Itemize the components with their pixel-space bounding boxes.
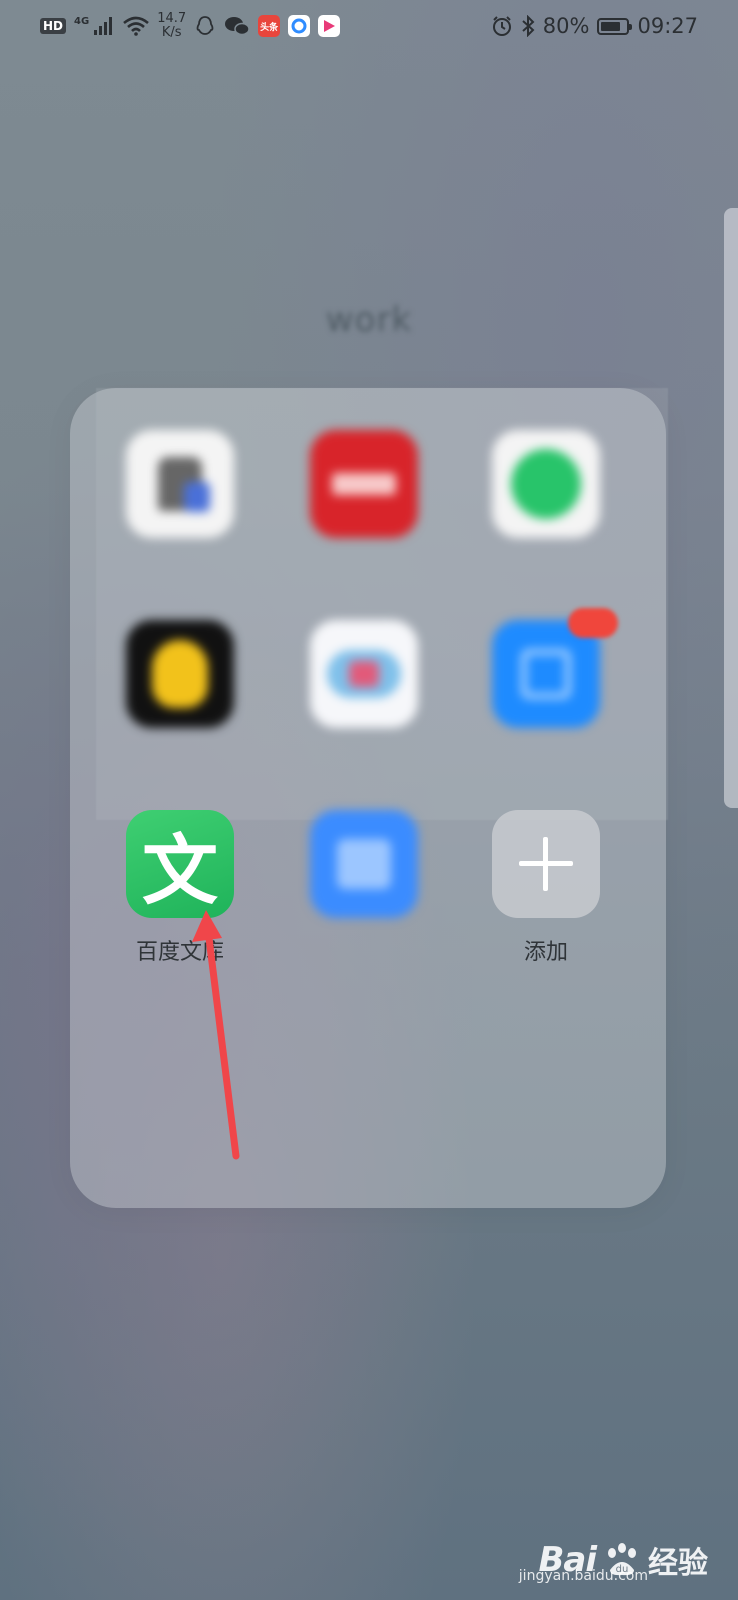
status-left: HD 4G 14.7 K/s 头条 <box>40 10 341 42</box>
blurred-app-label <box>294 554 434 579</box>
blurred-app-label <box>476 744 616 769</box>
blurred-app-4[interactable] <box>110 620 250 769</box>
blurred-app-3[interactable] <box>476 430 616 579</box>
baidu-jingyan-watermark: Bai du 经验 jingyan.baidu.com <box>519 1538 708 1584</box>
blurred-app-2[interactable] <box>294 430 434 579</box>
qq-icon <box>196 16 214 35</box>
blurred-app-1[interactable] <box>110 430 250 579</box>
speed-value: 14.7 <box>157 11 187 26</box>
blurred-app-icon <box>126 620 234 728</box>
network-speed: 14.7 K/s <box>157 12 186 40</box>
clock: 09:27 <box>637 14 698 38</box>
watermark-suffix: 经验 <box>648 1546 708 1581</box>
cell-signal-icon <box>94 17 113 35</box>
hd-badge: HD <box>40 18 67 34</box>
speed-unit: K/s <box>161 25 182 40</box>
red-arrow-annotation <box>192 910 240 1160</box>
app-add[interactable]: 添加 <box>476 810 616 966</box>
blurred-app-icon <box>310 810 418 918</box>
blurred-app-6[interactable] <box>476 620 616 769</box>
alarm-icon <box>492 16 511 36</box>
plus-icon <box>492 810 600 918</box>
blurred-app-icon <box>492 430 600 538</box>
blurred-app-5[interactable] <box>294 620 434 769</box>
battery-icon <box>597 17 633 35</box>
network-type: 4G <box>74 15 90 27</box>
blurred-app-icon <box>310 430 418 538</box>
video-app-icon <box>318 15 341 37</box>
edge-scroll-handle[interactable] <box>724 208 738 808</box>
status-right: 80% 09:27 <box>491 10 698 42</box>
toutiao-icon: 头条 <box>258 15 281 37</box>
browser-app-icon <box>288 15 311 37</box>
blurred-app-7[interactable] <box>294 810 434 959</box>
battery-fill <box>601 21 620 31</box>
folder-title[interactable]: work <box>0 300 738 340</box>
blurred-app-label <box>110 744 250 769</box>
blurred-app-label <box>110 554 250 579</box>
blurred-app-icon <box>310 620 418 728</box>
bluetooth-icon <box>522 15 535 37</box>
blurred-app-icon <box>126 430 234 538</box>
wifi-icon <box>123 16 150 36</box>
blurred-app-label <box>294 934 434 959</box>
app-label-add: 添加 <box>523 940 568 965</box>
watermark-url: jingyan.baidu.com <box>518 1568 648 1584</box>
battery-percent: 80% <box>542 14 590 38</box>
wechat-icon <box>225 17 250 36</box>
status-bar: HD 4G 14.7 K/s 头条 80% 09:27 <box>0 0 738 52</box>
blurred-app-label <box>294 744 434 769</box>
blurred-app-label <box>476 554 616 579</box>
notification-badge <box>568 608 618 638</box>
